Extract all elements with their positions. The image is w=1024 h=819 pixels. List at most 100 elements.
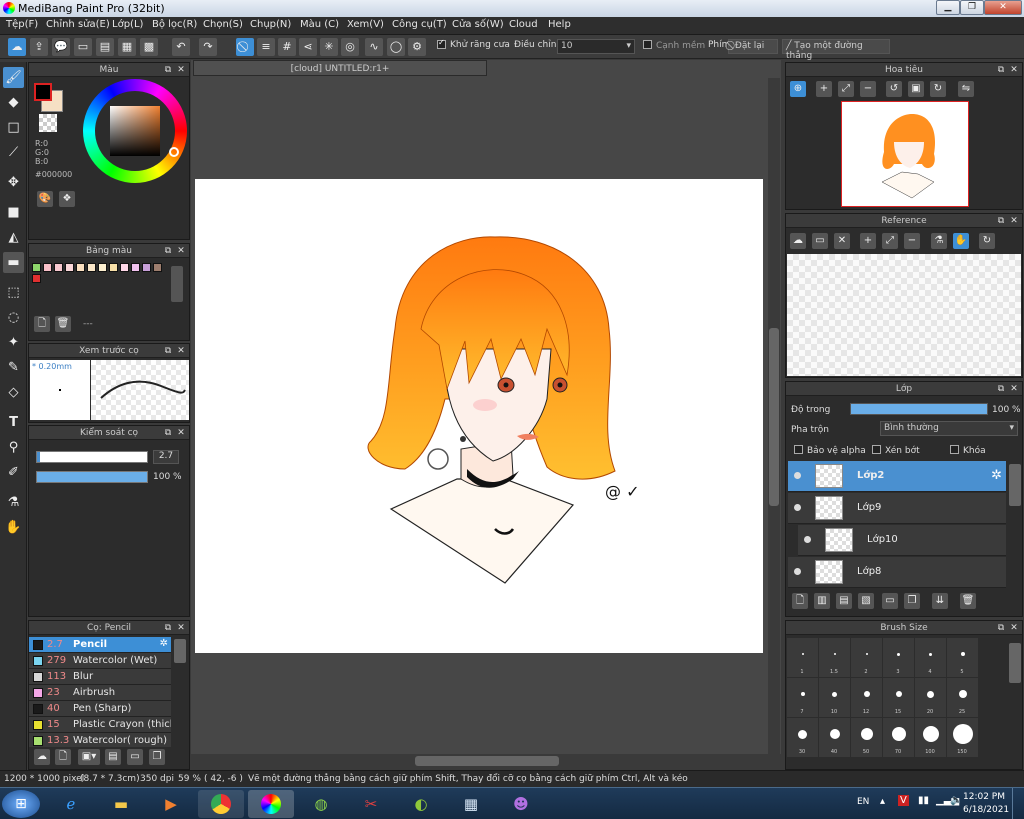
language-indicator[interactable]: EN <box>857 797 869 807</box>
close-icon[interactable]: ✕ <box>176 63 186 77</box>
menu-help[interactable]: Help <box>548 19 571 30</box>
close-icon[interactable]: ✕ <box>1009 63 1019 77</box>
brush-size-cell[interactable]: 1 <box>787 638 818 677</box>
navigator-thumbnail[interactable] <box>841 101 969 207</box>
color-set-icon[interactable]: ❖ <box>59 191 75 207</box>
camtasia-icon[interactable]: ◍ <box>298 790 344 818</box>
magic-wand-icon[interactable]: ✦ <box>3 332 24 353</box>
select-tool-icon[interactable]: ⬚ <box>3 282 24 303</box>
menu-tools[interactable]: Công cụ(T) <box>392 19 447 30</box>
eraser-tool-icon[interactable]: ◆ <box>3 92 24 113</box>
eyedropper-icon[interactable]: ⚗ <box>931 233 947 249</box>
popout-icon[interactable]: ⧉ <box>996 382 1006 396</box>
export-icon[interactable]: ⇪ <box>30 38 48 56</box>
antivirus-icon[interactable]: V <box>898 795 909 806</box>
clipping-checkbox[interactable]: Xén bớt <box>872 445 920 456</box>
menu-color[interactable]: Màu (C) <box>300 19 339 30</box>
layer-settings-gear-icon[interactable]: ✲ <box>991 468 1002 483</box>
tray-expand-icon[interactable]: ▴ <box>880 796 885 807</box>
radial-snap-icon[interactable]: ✳ <box>320 38 338 56</box>
brush-size-cell[interactable]: 12 <box>851 678 882 717</box>
close-icon[interactable]: ✕ <box>1009 621 1019 635</box>
menu-edit[interactable]: Chỉnh sửa(E) <box>46 19 110 30</box>
delete-layer-icon[interactable]: 🗑 <box>960 593 976 609</box>
layer-row[interactable]: Lớp9 <box>788 493 1006 524</box>
show-desktop-button[interactable] <box>1012 788 1024 819</box>
grid-icon[interactable]: ▦ <box>118 38 136 56</box>
document-tab[interactable]: [cloud] UNTITLED:r1+ <box>193 60 487 76</box>
brush-size-cell[interactable]: 5 <box>947 638 978 677</box>
reset-button[interactable]: ⃠ Đặt lại <box>728 39 778 54</box>
brush-size-cell[interactable]: 70 <box>883 718 914 757</box>
menu-cloud[interactable]: Cloud <box>509 19 538 30</box>
antialias-checkbox[interactable]: Khử răng cưa <box>437 40 510 50</box>
popout-icon[interactable]: ⧉ <box>163 621 173 635</box>
brush-size-scrollbar[interactable] <box>1009 643 1021 683</box>
visibility-eye-icon[interactable] <box>794 472 801 479</box>
close-icon[interactable]: ✕ <box>1009 214 1019 228</box>
shape-tool-icon[interactable]: □ <box>3 117 24 138</box>
zoom-in-icon[interactable]: + <box>816 81 832 97</box>
media-player-icon[interactable]: ▶ <box>148 790 194 818</box>
layer-list-scrollbar[interactable] <box>1009 464 1021 506</box>
brush-tool-icon[interactable]: 🖌 <box>3 67 24 88</box>
menu-view[interactable]: Xem(V) <box>347 19 384 30</box>
comment-icon[interactable]: 💬 <box>52 38 70 56</box>
clock-date[interactable]: 6/18/2021 <box>963 805 1009 815</box>
start-button[interactable]: ⊞ <box>2 790 40 818</box>
operation-tool-icon[interactable]: ⚲ <box>3 437 24 458</box>
palette-swatch[interactable] <box>109 263 118 272</box>
lasso-tool-icon[interactable]: ◌ <box>3 307 24 328</box>
game-icon[interactable]: ◐ <box>398 790 444 818</box>
brush-size-cell[interactable]: 10 <box>819 678 850 717</box>
circle-snap-icon[interactable]: ◎ <box>341 38 359 56</box>
brush-size-cell[interactable]: 7 <box>787 678 818 717</box>
close-icon[interactable]: ✕ <box>176 621 186 635</box>
dot-tool-icon[interactable]: ⟋ <box>3 142 24 163</box>
add-brush-icon[interactable]: 🗋 <box>55 749 71 765</box>
visibility-eye-icon[interactable] <box>794 568 801 575</box>
layer-row[interactable]: Lớp2 ✲ <box>788 461 1006 492</box>
menu-layer[interactable]: Lớp(L) <box>112 19 143 30</box>
brush-row[interactable]: #d8d8d8 113 Blur <box>29 669 171 685</box>
popout-icon[interactable]: ⧉ <box>996 621 1006 635</box>
add-8bit-layer-icon[interactable]: ▤ <box>836 593 852 609</box>
brush-size-cell[interactable]: 30 <box>787 718 818 757</box>
brush-size-slider[interactable] <box>36 451 148 463</box>
cloud-brush-icon[interactable]: ☁ <box>34 749 50 765</box>
gradient-tool-icon[interactable]: ▬ <box>3 252 24 273</box>
fit-icon[interactable]: ⤢ <box>838 81 854 97</box>
fit-icon[interactable]: ⤢ <box>882 233 898 249</box>
file-explorer-icon[interactable]: ▬ <box>98 790 144 818</box>
close-button[interactable]: ✕ <box>984 0 1022 15</box>
palette-swatch[interactable] <box>142 263 151 272</box>
brush-settings-gear-icon[interactable]: ✲ <box>160 638 168 649</box>
brush-size-cell[interactable]: 2 <box>851 638 882 677</box>
zoom-icon[interactable]: ⊕ <box>790 81 806 97</box>
curve-snap-icon[interactable]: ∿ <box>365 38 383 56</box>
fill-shape-tool-icon[interactable]: ■ <box>3 202 24 223</box>
avatar-app-icon[interactable]: ☻ <box>498 790 544 818</box>
hand-tool-icon[interactable]: ✋ <box>3 517 24 538</box>
menu-select[interactable]: Chọn(S) <box>203 19 243 30</box>
layer-opacity-slider[interactable] <box>850 403 988 415</box>
brush-size-cell[interactable]: 50 <box>851 718 882 757</box>
brush-menu-icon[interactable]: ▣▾ <box>78 749 100 765</box>
popout-icon[interactable]: ⧉ <box>996 214 1006 228</box>
close-reference-icon[interactable]: ✕ <box>834 233 850 249</box>
document-icon[interactable]: ▤ <box>96 38 114 56</box>
merge-layer-icon[interactable]: ⇊ <box>932 593 948 609</box>
clock-time[interactable]: 12:02 PM <box>963 792 1005 802</box>
saturation-value-square[interactable] <box>110 106 160 156</box>
brush-row[interactable]: #7ad4f0 279 Watercolor (Wet) <box>29 653 171 669</box>
add-layer-icon[interactable]: 🗋 <box>792 593 808 609</box>
palette-swatch[interactable] <box>32 274 41 283</box>
eyedropper-tool-icon[interactable]: ⚗ <box>3 492 24 513</box>
brush-size-cell[interactable]: 4 <box>915 638 946 677</box>
popout-icon[interactable]: ⧉ <box>163 426 173 440</box>
layer-row[interactable]: Lớp10 <box>798 525 1006 556</box>
snap-settings-icon[interactable]: ⚙ <box>408 38 426 56</box>
brush-size-cell[interactable]: 100 <box>915 718 946 757</box>
cross-snap-icon[interactable]: # <box>278 38 296 56</box>
brush-row[interactable]: #a8e070 13.3Watercolor( rough) <box>29 733 171 747</box>
